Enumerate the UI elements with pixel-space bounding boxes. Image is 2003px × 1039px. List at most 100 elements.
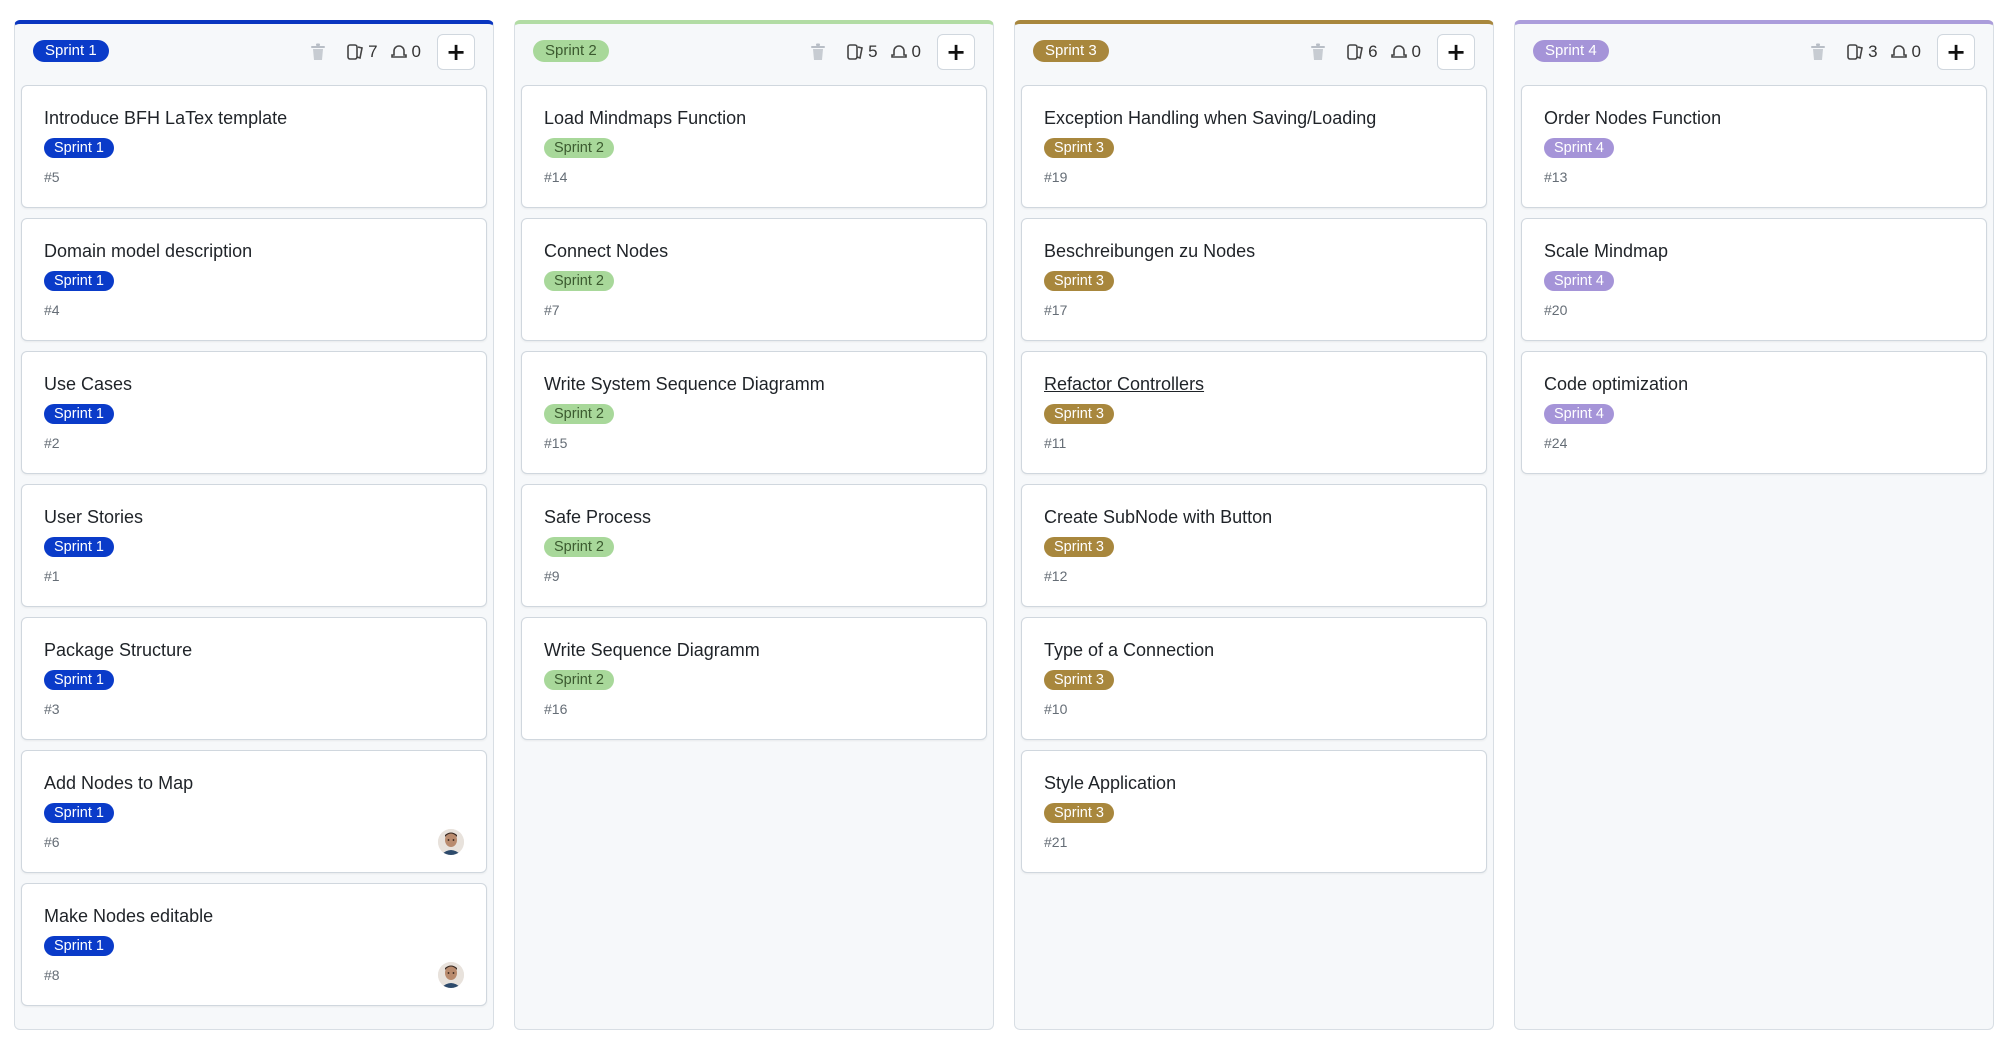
add-card-button[interactable]: +	[1437, 34, 1475, 70]
card-label: Sprint 4	[1544, 404, 1614, 424]
card-label: Sprint 4	[1544, 271, 1614, 291]
issue-card[interactable]: Safe Process Sprint 2 #9	[521, 484, 987, 607]
issue-card[interactable]: Beschreibungen zu Nodes Sprint 3 #17	[1021, 218, 1487, 341]
issue-card[interactable]: Domain model description Sprint 1 #4	[21, 218, 487, 341]
column-counts: 30	[1846, 42, 1927, 62]
card-title[interactable]: Create SubNode with Button	[1044, 507, 1272, 528]
issue-card[interactable]: Style Application Sprint 3 #21	[1021, 750, 1487, 873]
add-card-button[interactable]: +	[437, 34, 475, 70]
issue-count-icon	[846, 43, 864, 61]
card-title[interactable]: Introduce BFH LaTex template	[44, 108, 287, 129]
card-title[interactable]: User Stories	[44, 507, 143, 528]
issue-card[interactable]: Package Structure Sprint 1 #3	[21, 617, 487, 740]
issue-count-icon	[346, 43, 364, 61]
trash-icon[interactable]	[806, 40, 830, 64]
card-number: #10	[1044, 701, 1068, 717]
card-title[interactable]: Load Mindmaps Function	[544, 108, 746, 129]
issue-card[interactable]: Load Mindmaps Function Sprint 2 #14	[521, 85, 987, 208]
point-count: 0	[1411, 42, 1421, 61]
card-label: Sprint 1	[44, 803, 114, 823]
card-label: Sprint 3	[1044, 138, 1114, 158]
card-title[interactable]: Write Sequence Diagramm	[544, 640, 760, 661]
column-label: Sprint 1	[33, 40, 109, 62]
card-number: #11	[1044, 435, 1067, 451]
card-title[interactable]: Beschreibungen zu Nodes	[1044, 241, 1255, 262]
issue-card[interactable]: Scale Mindmap Sprint 4 #20	[1521, 218, 1987, 341]
card-title[interactable]: Code optimization	[1544, 374, 1688, 395]
column-sprint-1: Sprint 1 7 0 + Introduce BFH LaTex template S…	[14, 20, 494, 1030]
column-sprint-2: Sprint 2 5 0 + Load Mindmaps Function Sprint …	[514, 20, 994, 1030]
points-icon	[1390, 43, 1408, 61]
issue-count: 5	[868, 42, 878, 61]
card-label: Sprint 1	[44, 271, 114, 291]
card-title[interactable]: Refactor Controllers	[1044, 374, 1204, 395]
trash-icon[interactable]	[1306, 40, 1330, 64]
add-card-button[interactable]: +	[937, 34, 975, 70]
card-title[interactable]: Style Application	[1044, 773, 1176, 794]
card-title[interactable]: Package Structure	[44, 640, 192, 661]
add-card-button[interactable]: +	[1937, 34, 1975, 70]
column-meta: 5 0 +	[806, 34, 975, 70]
trash-icon[interactable]	[306, 40, 330, 64]
column-sprint-3: Sprint 3 6 0 + Exception Handling when Savin…	[1014, 20, 1494, 1030]
issue-card[interactable]: Introduce BFH LaTex template Sprint 1 #5	[21, 85, 487, 208]
column-header: Sprint 1 7 0 +	[15, 24, 493, 82]
card-number: #2	[44, 435, 60, 451]
card-label: Sprint 1	[44, 670, 114, 690]
card-title[interactable]: Connect Nodes	[544, 241, 668, 262]
issue-card[interactable]: Make Nodes editable Sprint 1 #8	[21, 883, 487, 1006]
column-header: Sprint 4 3 0 +	[1515, 24, 1993, 82]
issue-card[interactable]: Order Nodes Function Sprint 4 #13	[1521, 85, 1987, 208]
card-title[interactable]: Scale Mindmap	[1544, 241, 1668, 262]
card-title[interactable]: Safe Process	[544, 507, 651, 528]
card-title[interactable]: Order Nodes Function	[1544, 108, 1721, 129]
card-label: Sprint 4	[1544, 138, 1614, 158]
card-title[interactable]: Make Nodes editable	[44, 906, 213, 927]
issue-card[interactable]: Write Sequence Diagramm Sprint 2 #16	[521, 617, 987, 740]
column-counts: 70	[346, 42, 427, 62]
column-meta: 3 0 +	[1806, 34, 1975, 70]
issue-card[interactable]: Use Cases Sprint 1 #2	[21, 351, 487, 474]
trash-icon[interactable]	[1806, 40, 1830, 64]
issue-count-icon	[1346, 43, 1364, 61]
card-number: #5	[44, 169, 60, 185]
card-label: Sprint 1	[44, 404, 114, 424]
card-title[interactable]: Write System Sequence Diagramm	[544, 374, 825, 395]
card-number: #8	[44, 967, 60, 983]
points-icon	[890, 43, 908, 61]
card-label: Sprint 3	[1044, 803, 1114, 823]
card-label: Sprint 1	[44, 138, 114, 158]
card-label: Sprint 2	[544, 537, 614, 557]
column-header: Sprint 2 5 0 +	[515, 24, 993, 82]
card-title[interactable]: Add Nodes to Map	[44, 773, 193, 794]
card-number: #1	[44, 568, 60, 584]
card-number: #12	[1044, 568, 1068, 584]
card-label: Sprint 1	[44, 537, 114, 557]
issue-card[interactable]: Connect Nodes Sprint 2 #7	[521, 218, 987, 341]
issue-card[interactable]: User Stories Sprint 1 #1	[21, 484, 487, 607]
card-title[interactable]: Exception Handling when Saving/Loading	[1044, 108, 1376, 129]
card-number: #14	[544, 169, 568, 185]
card-number: #6	[44, 834, 60, 850]
issue-card[interactable]: Add Nodes to Map Sprint 1 #6	[21, 750, 487, 873]
column-counts: 60	[1346, 42, 1427, 62]
card-number: #7	[544, 302, 560, 318]
issue-count: 3	[1868, 42, 1878, 61]
avatar[interactable]	[438, 962, 464, 988]
issue-card[interactable]: Create SubNode with Button Sprint 3 #12	[1021, 484, 1487, 607]
issue-card[interactable]: Refactor Controllers Sprint 3 #11	[1021, 351, 1487, 474]
card-number: #17	[1044, 302, 1068, 318]
card-number: #21	[1044, 834, 1068, 850]
card-number: #15	[544, 435, 568, 451]
issue-card[interactable]: Code optimization Sprint 4 #24	[1521, 351, 1987, 474]
issue-card[interactable]: Type of a Connection Sprint 3 #10	[1021, 617, 1487, 740]
card-title[interactable]: Domain model description	[44, 241, 252, 262]
card-label: Sprint 2	[544, 271, 614, 291]
card-title[interactable]: Type of a Connection	[1044, 640, 1214, 661]
card-label: Sprint 1	[44, 936, 114, 956]
issue-card[interactable]: Write System Sequence Diagramm Sprint 2 #1…	[521, 351, 987, 474]
card-title[interactable]: Use Cases	[44, 374, 132, 395]
issue-card[interactable]: Exception Handling when Saving/Loading Sp…	[1021, 85, 1487, 208]
card-number: #24	[1544, 435, 1568, 451]
avatar[interactable]	[438, 829, 464, 855]
